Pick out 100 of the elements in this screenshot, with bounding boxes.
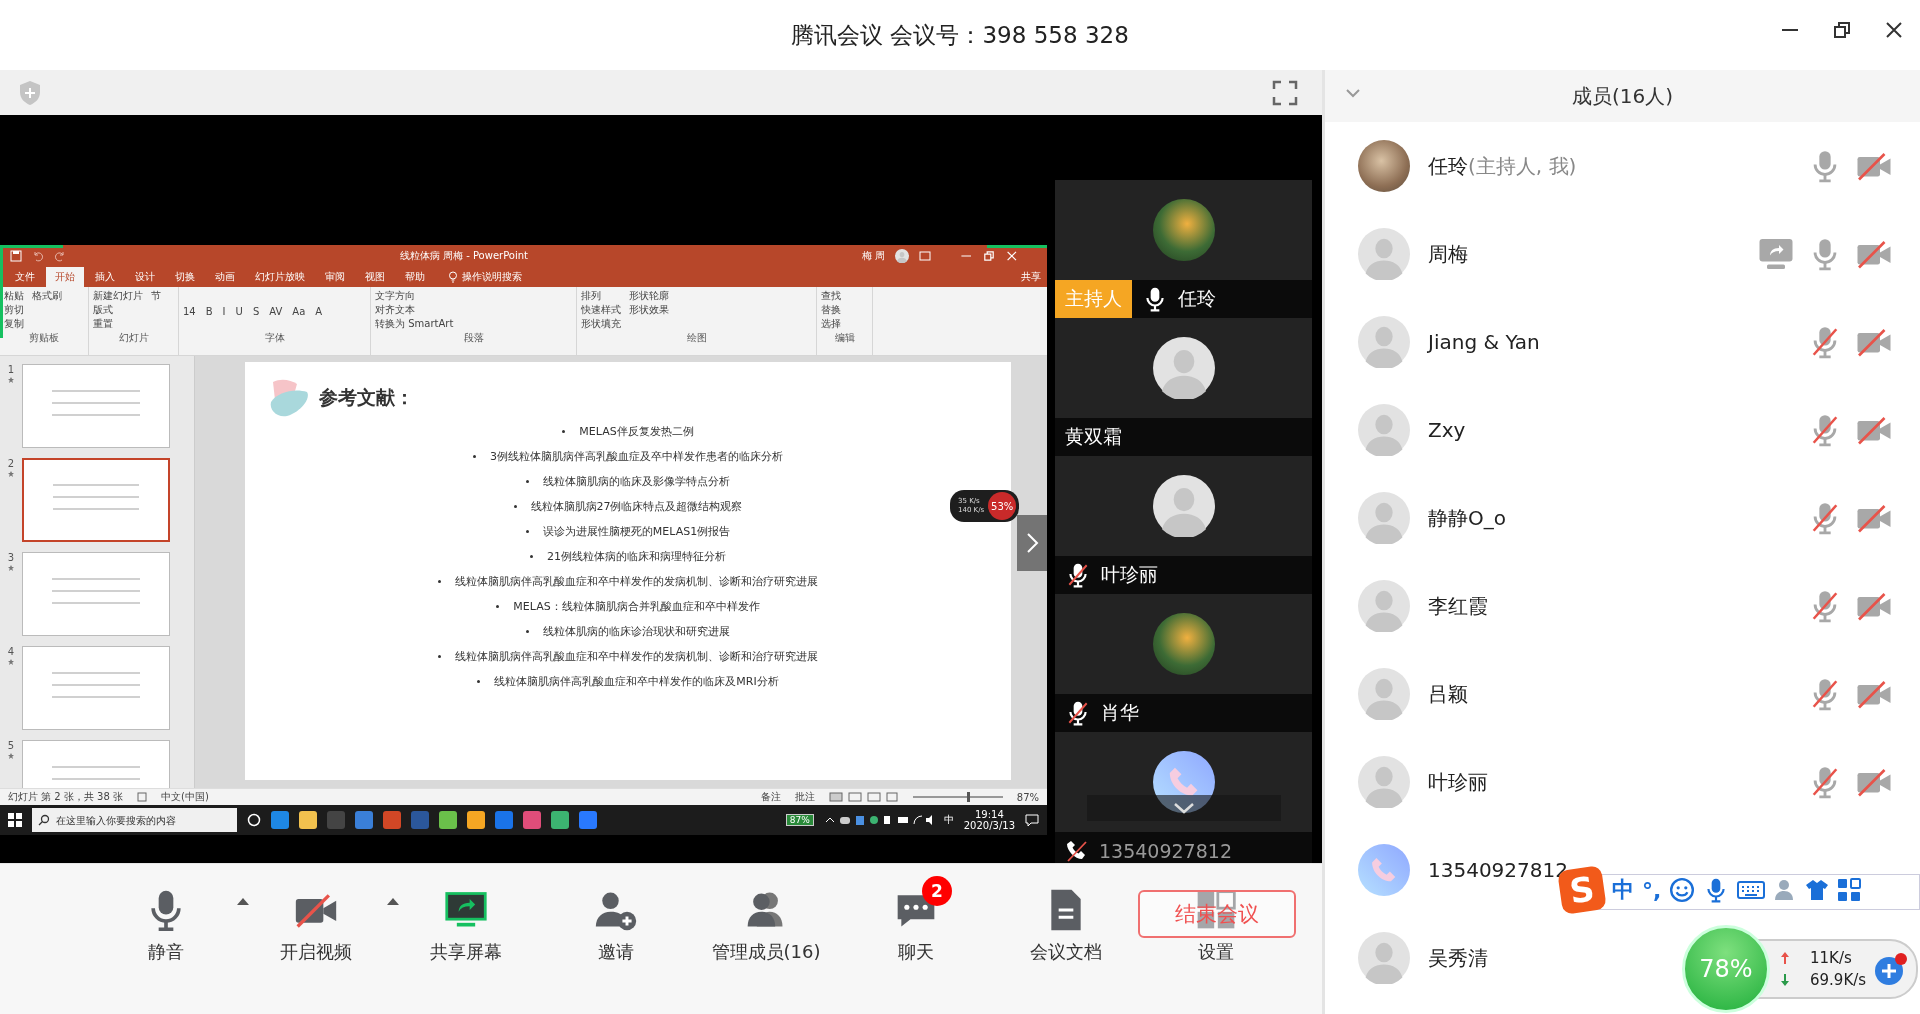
slide-thumbnail[interactable] xyxy=(22,364,170,448)
taskbar-app-icon[interactable] xyxy=(383,811,401,829)
ribbon-button[interactable]: I xyxy=(222,305,226,318)
toolbar-button[interactable]: 会议文档 xyxy=(1000,888,1132,964)
zoom-slider-thumb[interactable] xyxy=(966,792,970,802)
avatar-silhouette-icon xyxy=(1358,228,1410,280)
taskbar-app-icon[interactable] xyxy=(299,811,317,829)
participant-name: 任玲 xyxy=(1178,286,1216,311)
slide-thumbnail[interactable] xyxy=(22,646,170,730)
slide-number: 4 xyxy=(7,646,15,657)
shield-icon[interactable] xyxy=(18,79,42,106)
toolbar-button[interactable]: 邀请 xyxy=(550,888,682,964)
taskbar-search-field[interactable]: 在这里输入你要搜索的内容 xyxy=(32,808,237,832)
restore-icon[interactable] xyxy=(1832,20,1852,40)
ribbon-tab[interactable]: 审阅 xyxy=(316,267,354,287)
window-title: 腾讯会议 会议号：398 558 328 xyxy=(791,20,1129,50)
ime-mode[interactable]: 中 xyxy=(1612,875,1634,905)
slide-thumbnail[interactable] xyxy=(22,458,170,542)
taskbar-app-icon[interactable] xyxy=(467,811,485,829)
ribbon-tab[interactable]: 切换 xyxy=(166,267,204,287)
ribbon-button[interactable]: 重置 xyxy=(93,317,143,330)
grid-icon[interactable] xyxy=(1837,878,1862,902)
toolbar-button[interactable]: 共享屏幕 xyxy=(400,888,532,964)
bullet-dot xyxy=(438,655,441,658)
close-icon[interactable] xyxy=(1884,20,1904,40)
notification-icon[interactable] xyxy=(1025,813,1039,827)
tray-icons-drawing[interactable] xyxy=(823,814,934,826)
ribbon-button[interactable]: 快速样式 xyxy=(581,303,621,316)
ribbon-button[interactable]: 复制 xyxy=(4,317,24,330)
ribbon-tab[interactable]: 帮助 xyxy=(396,267,434,287)
ribbon-button[interactable]: Aa xyxy=(292,305,306,318)
ribbon-button[interactable]: 替换 xyxy=(821,303,841,316)
ribbon-tab[interactable]: 幻灯片放映 xyxy=(246,267,314,287)
ribbon-button[interactable]: B xyxy=(205,305,213,318)
shirt-icon[interactable] xyxy=(1805,878,1830,902)
toolbar-button[interactable]: 设置 xyxy=(1150,940,1282,964)
smiley-icon[interactable] xyxy=(1669,877,1696,903)
ribbon-tab[interactable]: 文件 xyxy=(6,267,44,287)
ribbon-button[interactable]: 新建幻灯片 xyxy=(93,289,143,302)
avatar-silhouette-icon xyxy=(1358,492,1410,544)
member-name: Jiang & Yan xyxy=(1428,330,1540,354)
ribbon-button[interactable]: 14 xyxy=(183,305,196,318)
ribbon-button[interactable]: 查找 xyxy=(821,289,841,302)
ime-punctuation[interactable]: °, xyxy=(1642,877,1662,903)
ribbon-button[interactable]: 粘贴 xyxy=(4,289,24,302)
keyboard-icon[interactable] xyxy=(1737,879,1766,901)
view-buttons-icon[interactable] xyxy=(828,792,899,802)
ribbon-display-icon[interactable] xyxy=(919,251,931,261)
taskbar-app-icon[interactable] xyxy=(523,811,541,829)
chevron-down-icon[interactable] xyxy=(1345,88,1361,98)
ime-indicator[interactable]: 中 xyxy=(943,813,954,827)
ribbon-tab[interactable]: 视图 xyxy=(356,267,394,287)
ribbon-button[interactable]: 选择 xyxy=(821,317,841,330)
undo-icon[interactable] xyxy=(32,250,44,262)
ribbon-button[interactable]: 版式 xyxy=(93,303,143,316)
slide-thumbnail[interactable] xyxy=(22,552,170,636)
ribbon-button[interactable]: 排列 xyxy=(581,289,621,302)
reference-text: 线粒体脑肌病27例临床特点及超微结构观察 xyxy=(530,499,743,514)
toolbar-button[interactable]: 开启视频 xyxy=(250,888,382,964)
taskbar-app-icon[interactable] xyxy=(495,811,513,829)
ribbon-tab[interactable]: 动画 xyxy=(206,267,244,287)
ribbon-button[interactable]: 节 xyxy=(151,289,161,302)
ribbon-button[interactable]: 形状效果 xyxy=(629,303,669,316)
notes-button[interactable]: 备注 xyxy=(760,790,781,804)
ribbon-button[interactable]: U xyxy=(235,305,243,318)
taskbar-app-icon[interactable] xyxy=(551,811,569,829)
caret-icon[interactable] xyxy=(236,896,250,906)
tell-me-search[interactable]: 操作说明搜索 xyxy=(462,270,522,284)
plus-icon[interactable] xyxy=(1874,952,1909,986)
ribbon-button[interactable]: A xyxy=(315,305,323,318)
ribbon-button[interactable]: AV xyxy=(269,305,283,318)
taskbar-app-icon[interactable] xyxy=(439,811,457,829)
redo-icon[interactable] xyxy=(54,250,66,262)
ribbon-button[interactable]: 形状填充 xyxy=(581,317,621,330)
toolbar-button[interactable]: 静音 xyxy=(100,888,232,964)
ribbon-button[interactable]: 格式刷 xyxy=(32,289,62,302)
ribbon-tab[interactable]: 设计 xyxy=(126,267,164,287)
ribbon-button[interactable]: 转换为 SmartArt xyxy=(375,317,454,330)
comments-button[interactable]: 批注 xyxy=(794,790,815,804)
taskbar-app-icon[interactable] xyxy=(271,811,289,829)
ribbon-button[interactable]: 文字方向 xyxy=(375,289,454,302)
ribbon-button[interactable]: 剪切 xyxy=(4,303,24,316)
ribbon-button[interactable]: S xyxy=(252,305,260,318)
ribbon-tab[interactable]: 插入 xyxy=(86,267,124,287)
windows-start-icon[interactable] xyxy=(8,813,22,827)
fullscreen-icon[interactable] xyxy=(1272,79,1298,106)
share-link[interactable]: 共享 xyxy=(1021,270,1041,287)
avatar-silhouette-icon xyxy=(1152,475,1215,537)
ribbon-button[interactable]: 对齐文本 xyxy=(375,303,454,316)
scroll-down-button[interactable] xyxy=(1087,795,1281,821)
caret-icon[interactable] xyxy=(386,896,400,906)
ribbon-button[interactable]: 形状轮廓 xyxy=(629,289,669,302)
star-icon xyxy=(8,565,14,571)
circle-icon[interactable] xyxy=(247,813,261,827)
toolbar-button[interactable]: 管理成员(16) xyxy=(700,888,832,964)
next-page-button[interactable] xyxy=(1017,515,1047,571)
save-icon[interactable] xyxy=(10,250,22,262)
taskbar-app-icon[interactable] xyxy=(355,811,373,829)
taskbar-app-icon[interactable] xyxy=(579,811,597,829)
ribbon-tab[interactable]: 开始 xyxy=(46,267,84,287)
